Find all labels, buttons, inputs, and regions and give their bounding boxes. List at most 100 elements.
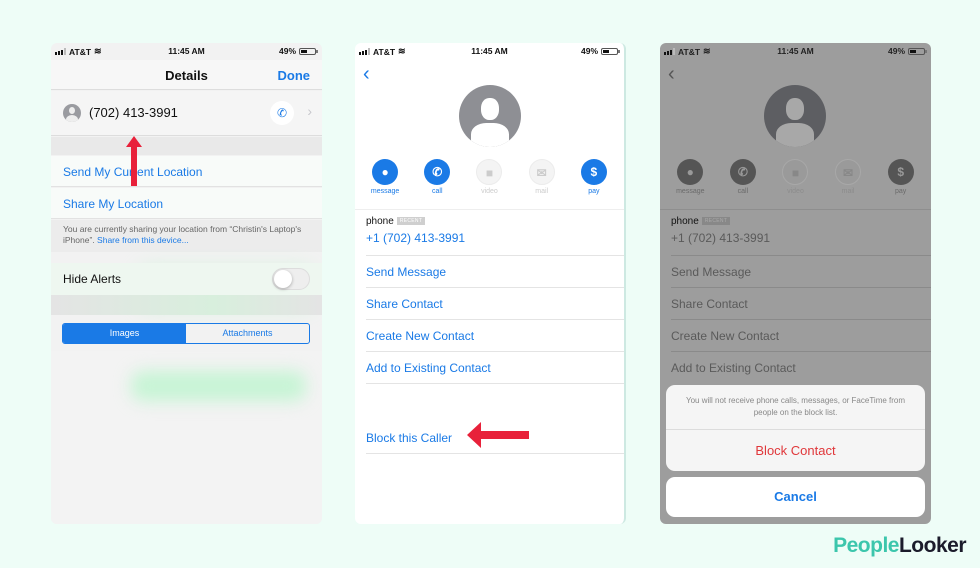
phone-field: phone RECENT +1 (702) 413-3991 [660,209,931,255]
hide-alerts-row: Hide Alerts [51,263,322,295]
phone-icon: ✆ [276,106,288,120]
section-gap [51,137,322,155]
share-location-label: Share My Location [63,197,164,211]
contact-actions: ● message ✆ call ■ video ✉ mail $ pay [355,159,624,207]
battery-percent: 49% [278,46,296,56]
option-create-new-contact[interactable]: Create New Contact [366,319,624,351]
action-message: ● message [670,159,710,207]
section-gap [51,295,322,315]
share-location-row[interactable]: Share My Location [51,188,322,219]
back-chevron-icon[interactable]: ‹ [363,63,370,86]
option-label: Create New Contact [671,329,780,343]
status-bar: AT&T ≋ 11:45 AM 49% [355,43,624,60]
block-contact-button[interactable]: Block Contact [666,443,925,458]
phone-number[interactable]: +1 (702) 413-3991 [366,231,465,245]
option-label: Add to Existing Contact [366,361,491,375]
sheet-message: You will not receive phone calls, messag… [685,396,906,417]
action-label: video [481,188,498,195]
contact-avatar [764,85,826,147]
video-camera-icon: ■ [782,159,809,185]
action-label: mail [841,188,855,195]
media-segmented-control: Images Attachments [62,323,310,344]
dollar-icon: $ [887,159,914,185]
phone-type-label: phone [366,216,394,227]
option-label: Send Message [671,265,752,279]
action-label: call [737,188,749,195]
hide-alerts-label: Hide Alerts [63,272,122,286]
envelope-icon: ✉ [528,159,555,185]
peoplelooker-logo: PeopleLooker [833,534,966,558]
phone-type-label: phone [671,216,699,227]
screenshot-contact-info: AT&T ≋ 11:45 AM 49% ‹ ● message ✆ call ■… [355,43,626,524]
send-location-row[interactable]: Send My Current Location [51,156,322,187]
action-label: video [787,188,804,195]
option-share-contact: Share Contact [671,287,931,319]
action-label: call [432,188,443,195]
avatar-icon [63,104,81,122]
dollar-icon: $ [580,159,607,185]
phone-field[interactable]: phone RECENT +1 (702) 413-3991 [355,209,624,255]
battery-icon [601,47,620,55]
message-bubble-icon: ● [372,159,399,185]
back-chevron-icon: ‹ [668,63,675,85]
option-label: Add to Existing Contact [671,361,796,375]
option-label: Create New Contact [366,329,475,343]
battery-percent: 49% [580,46,598,56]
action-label: message [370,188,400,195]
action-label: pay [895,188,907,195]
action-mail: ✉ mail [828,159,868,207]
recent-badge: RECENT [701,217,731,226]
share-from-device-link[interactable]: Share from this device... [97,235,189,245]
option-send-message[interactable]: Send Message [366,255,624,287]
action-video: ■ video [775,159,815,207]
option-label: Share Contact [366,297,443,311]
recent-badge: RECENT [396,217,426,226]
action-pay: $ pay [881,159,921,207]
battery-icon [908,47,927,55]
action-call[interactable]: ✆ call [417,159,457,207]
divider [366,383,624,384]
battery-percent: 49% [887,46,905,56]
action-label: mail [535,188,549,195]
battery-icon [299,47,318,55]
contact-avatar [459,85,521,147]
chevron-right-icon[interactable]: › [307,103,312,119]
contact-number: (702) 413-3991 [89,105,178,120]
video-camera-icon: ■ [476,159,503,185]
envelope-icon: ✉ [835,159,862,185]
location-sharing-note: You are currently sharing your location … [51,220,322,252]
done-button[interactable]: Done [278,68,311,83]
screenshot-block-confirmation: AT&T ≋ 11:45 AM 49% ‹ ● message ✆ call ■… [660,43,931,524]
annotation-arrow-left [467,422,529,448]
screenshot-message-details: AT&T ≋ 11:45 AM 49% Details Done (702) 4… [51,43,322,524]
option-label: Share Contact [671,297,748,311]
option-create-new-contact: Create New Contact [671,319,931,351]
action-message[interactable]: ● message [365,159,405,207]
call-button[interactable]: ✆ [270,101,294,125]
contact-actions: ● message ✆ call ■ video ✉ mail $ pay [660,159,931,207]
segment-images[interactable]: Images [63,324,186,343]
option-add-existing-contact[interactable]: Add to Existing Contact [366,351,624,383]
phone-number: +1 (702) 413-3991 [671,231,771,245]
contact-row[interactable]: (702) 413-3991 ✆ › [51,91,322,136]
action-label: message [676,188,705,195]
option-share-contact[interactable]: Share Contact [366,287,624,319]
action-label: pay [588,188,600,195]
message-bubble-icon: ● [677,159,704,185]
block-action-sheet: You will not receive phone calls, messag… [666,385,925,471]
block-caller-label: Block this Caller [366,431,453,445]
nav-bar: Details Done [51,60,322,90]
phone-icon: ✆ [424,159,451,185]
segment-attachments[interactable]: Attachments [186,324,309,343]
action-pay[interactable]: $ pay [574,159,614,207]
option-add-existing-contact: Add to Existing Contact [671,351,931,383]
cancel-button[interactable]: Cancel [666,477,925,517]
status-bar: AT&T ≋ 11:45 AM 49% [660,43,931,60]
option-label: Send Message [366,265,447,279]
logo-part-people: People [833,534,899,557]
blur-region [131,371,306,401]
option-send-message: Send Message [671,255,931,287]
status-bar: AT&T ≋ 11:45 AM 49% [51,43,322,60]
hide-alerts-toggle[interactable] [272,268,310,290]
action-video: ■ video [469,159,509,207]
